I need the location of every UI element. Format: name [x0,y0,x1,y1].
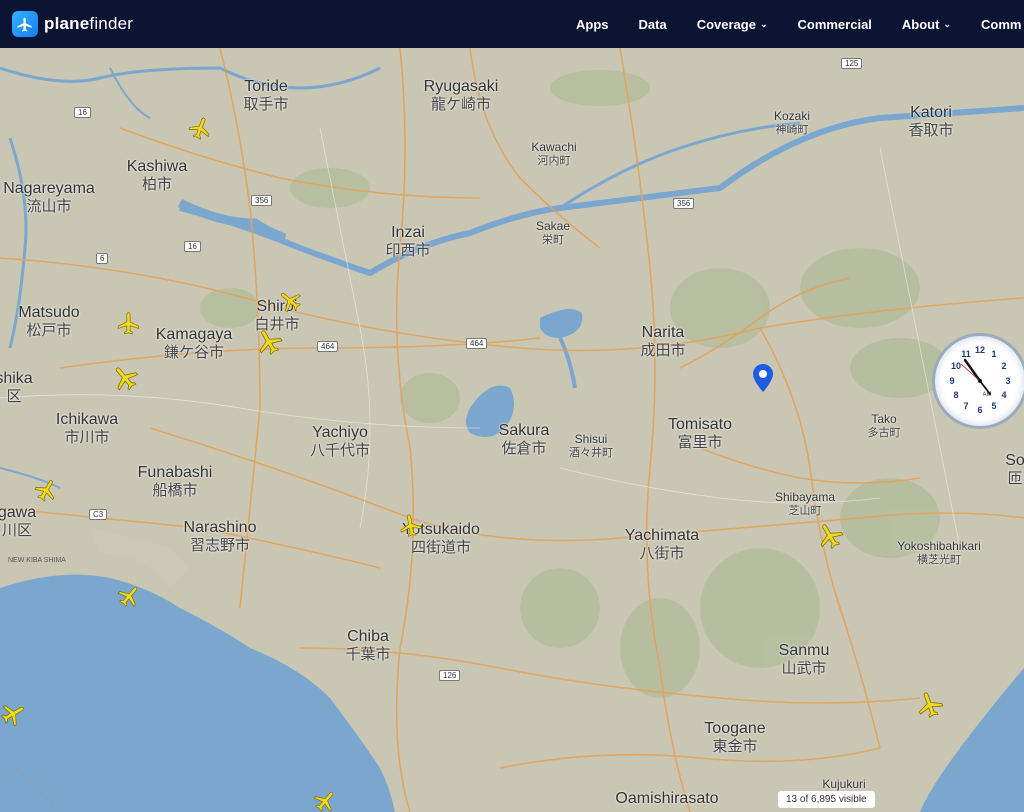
city-inzai: Inzai 印西市 [385,224,431,260]
location-pin-icon[interactable] [753,364,773,392]
city-sakae: Sakae 栄町 [535,219,571,246]
road-shield: C3 [89,509,108,520]
city-matsudo: Matsudo 松戸市 [18,304,80,340]
clock-number: 8 [953,390,958,400]
clock-number: 6 [977,405,982,415]
top-nav-bar: planefinder Apps Data Coverage ⌄ Commerci… [0,0,1024,48]
road-shield: 356 [251,195,273,206]
city-funabashi: Funabashi 船橋市 [137,464,213,500]
road-shield: 356 [673,198,695,209]
road-shield: 6 [96,253,109,264]
city-toride: Toride 取手市 [243,78,289,114]
aircraft-icon[interactable] [396,510,426,540]
road-shield: 16 [74,107,91,118]
clock-number: 5 [991,401,996,411]
city-chiba: Chiba 千葉市 [345,628,391,664]
nav-community[interactable]: Comm [981,17,1021,32]
nav-data[interactable]: Data [639,17,667,32]
main-nav: Apps Data Coverage ⌄ Commercial About ⌄ Co… [576,0,1024,48]
clock-number: 10 [951,361,961,371]
nav-commercial[interactable]: Commercial [797,17,871,32]
city-kozaki: Kozaki 神崎町 [773,109,811,136]
city-sakura: Sakura 佐倉市 [498,422,550,458]
road-shield: 464 [317,341,339,352]
city-kujukuri: Kujukuri [822,777,866,791]
clock-widget[interactable]: 12 1 2 3 4 5 6 7 8 9 10 11 AM [932,333,1024,429]
chevron-down-icon: ⌄ [943,18,951,29]
nav-coverage[interactable]: Coverage ⌄ [697,17,768,32]
planefinder-logo[interactable]: planefinder [12,11,133,37]
road-shield: 16 [184,241,201,252]
city-sosa: So 匝 [1005,452,1024,488]
city-shibayama: Shibayama 芝山町 [774,490,836,517]
clock-number: 4 [1001,390,1006,400]
city-tomisato: Tomisato 富里市 [667,416,733,452]
city-ichikawa: Ichikawa 市川市 [55,411,119,447]
clock-number: 12 [975,345,985,355]
city-nagareyama: Nagareyama 流山市 [3,180,95,216]
clock-number: 11 [961,349,971,359]
clock-number: 2 [1001,361,1006,371]
aircraft-icon[interactable] [116,310,142,336]
city-katsushika: shika区 [0,370,33,406]
road-shield: 464 [466,338,488,349]
logo-wordmark: planefinder [44,14,134,33]
city-toogane: Toogane 東金市 [704,720,766,756]
visible-aircraft-counter: 13 of 6,895 visible [778,791,875,808]
nav-apps[interactable]: Apps [576,17,609,32]
district-label: NEW KIBA SHIMA [8,557,66,564]
clock-number: 1 [991,349,996,359]
clock-face: 12 1 2 3 4 5 6 7 8 9 10 11 AM [949,345,1010,415]
road-shield: 126 [439,670,461,681]
city-shisui: Shisui 酒々井町 [569,432,613,459]
city-edogawa: gawa 川区 [0,504,37,540]
city-katori: Katori 香取市 [908,104,954,140]
city-sanmu: Sanmu 山武市 [778,642,830,678]
city-kamagaya: Kamagaya 鎌ケ谷市 [155,326,233,362]
city-kashiwa: Kashiwa 柏市 [126,158,188,194]
city-kawachi: Kawachi 河内町 [531,140,577,167]
city-narashino: Narashino 習志野市 [183,519,257,555]
clock-number: 7 [963,401,968,411]
clock-number: 9 [949,376,954,386]
city-tako: Tako 多古町 [867,412,901,439]
city-yachiyo: Yachiyo 八千代市 [309,424,371,460]
road-shield: 125 [841,58,863,69]
city-ryugasaki: Ryugasaki 龍ケ崎市 [423,78,499,114]
clock-number: 3 [1005,376,1010,386]
city-narita: Narita 成田市 [640,324,686,360]
chevron-down-icon: ⌄ [759,18,768,29]
city-yokoshibahikari: Yokoshibahikari 横芝光町 [897,539,981,566]
city-yachimata: Yachimata 八街市 [624,527,700,563]
plane-logo-icon [12,11,38,37]
clock-hour-hand [963,358,982,383]
nav-about[interactable]: About ⌄ [902,17,951,32]
flight-map[interactable]: Toride 取手市 Ryugasaki 龍ケ崎市 Katori 香取市 Kozaki… [0,48,1024,812]
city-oamishirasato: Oamishirasato [615,790,719,807]
